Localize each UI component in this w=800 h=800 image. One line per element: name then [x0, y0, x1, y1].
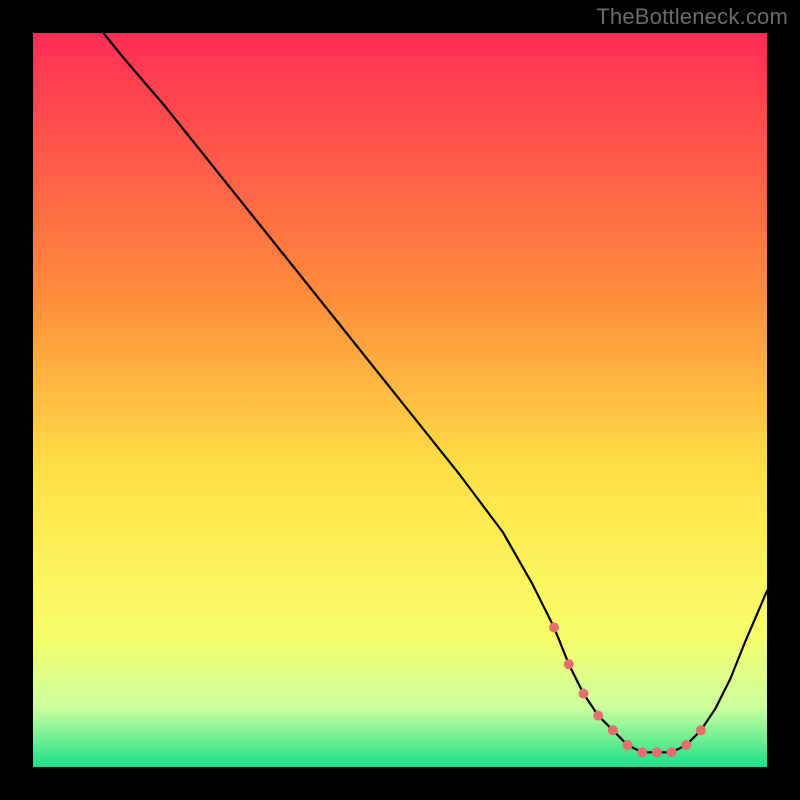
attribution-text: TheBottleneck.com [596, 4, 788, 30]
optimal-marker [652, 747, 662, 757]
bottleneck-chart [33, 33, 767, 767]
optimal-marker [593, 711, 603, 721]
optimal-marker [667, 747, 677, 757]
optimal-marker [637, 747, 647, 757]
optimal-marker [681, 740, 691, 750]
optimal-marker [608, 725, 618, 735]
optimal-marker [579, 689, 589, 699]
optimal-marker [623, 740, 633, 750]
optimal-marker [549, 623, 559, 633]
optimal-marker [564, 659, 574, 669]
optimal-marker [696, 725, 706, 735]
